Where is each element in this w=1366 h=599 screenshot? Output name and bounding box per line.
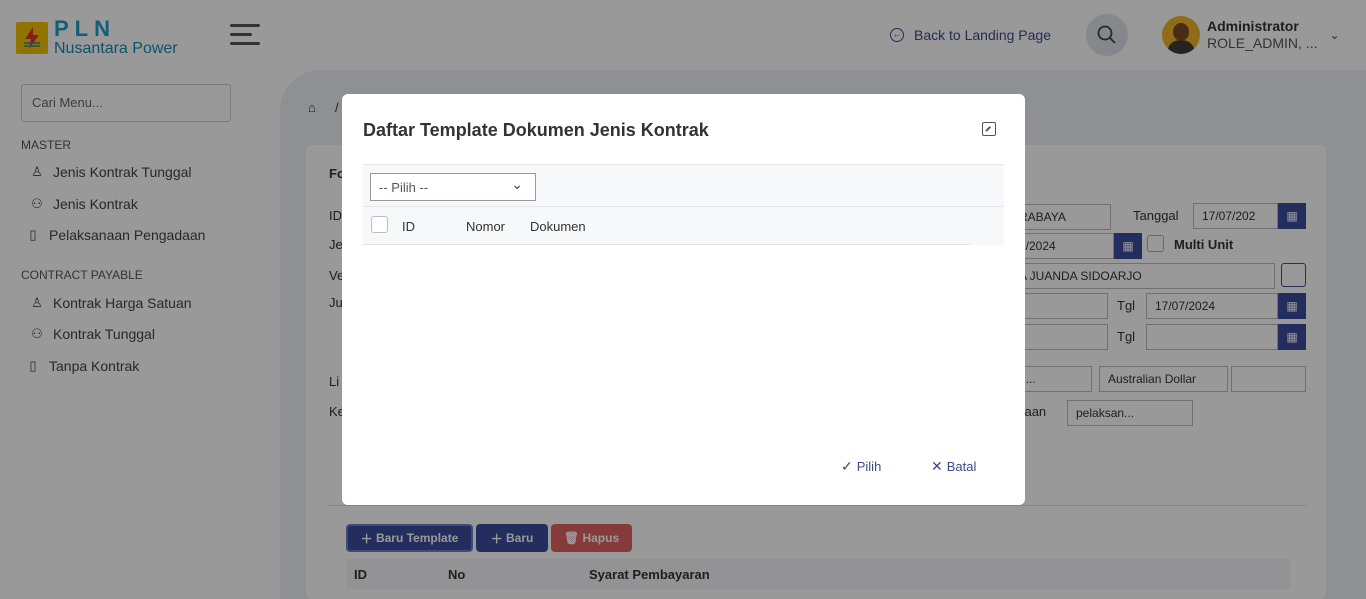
close-icon: ✕: [931, 458, 943, 474]
batal-button[interactable]: ✕ Batal: [931, 458, 976, 475]
batal-label: Batal: [946, 459, 977, 474]
template-select-value: -- Pilih --: [379, 180, 429, 195]
dialog-toolbar: -- Pilih -- ⌄: [363, 164, 1004, 207]
maximize-icon[interactable]: [982, 122, 996, 136]
dialog-table-header: ID Nomor Dokumen: [363, 207, 1004, 245]
chevron-down-icon: ⌄: [511, 176, 523, 192]
check-icon: ✓: [841, 458, 853, 474]
pilih-button[interactable]: ✓ Pilih: [841, 458, 881, 475]
dialog-title: Daftar Template Dokumen Jenis Kontrak: [363, 120, 709, 140]
select-all-checkbox[interactable]: [371, 216, 388, 233]
col-id: ID: [402, 219, 415, 234]
template-select[interactable]: -- Pilih -- ⌄: [370, 173, 536, 201]
pilih-label: Pilih: [856, 459, 882, 474]
col-nomor: Nomor: [466, 219, 506, 234]
divider: [363, 244, 971, 245]
template-dialog: Daftar Template Dokumen Jenis Kontrak --…: [342, 94, 1025, 505]
col-dokumen: Dokumen: [530, 219, 586, 234]
